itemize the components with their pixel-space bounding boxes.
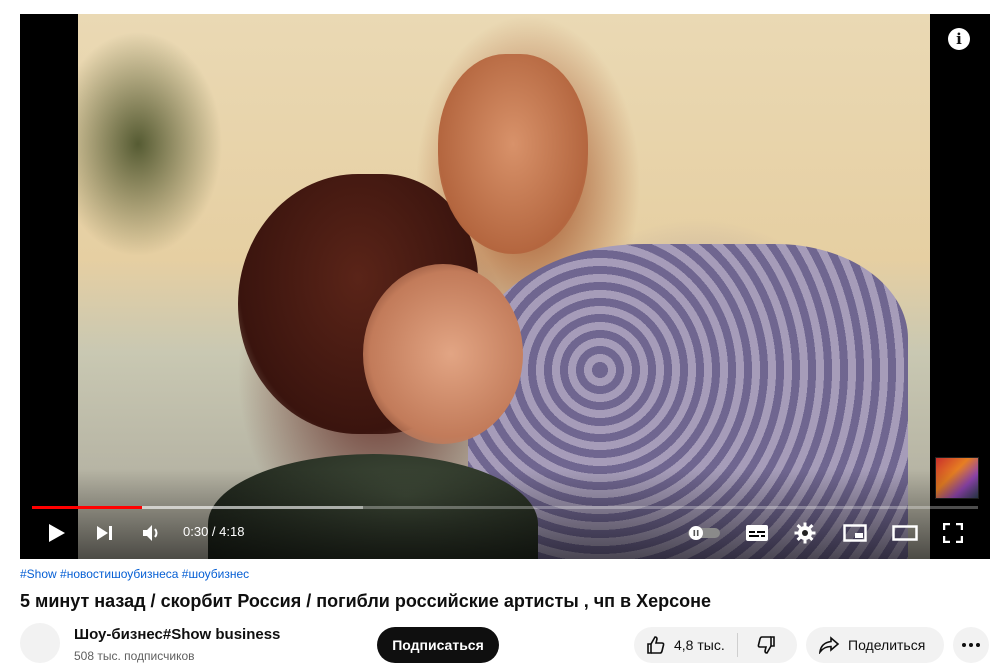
settings-button[interactable] xyxy=(790,519,820,547)
miniplayer-icon xyxy=(843,524,867,542)
video-player[interactable]: i 0:30 / 4:18 xyxy=(20,14,990,559)
progress-bar[interactable] xyxy=(32,506,978,509)
volume-button[interactable] xyxy=(140,519,166,547)
video-title: 5 минут назад / скорбит Россия / погибли… xyxy=(20,591,711,611)
thumbs-up-icon xyxy=(647,636,665,654)
info-icon[interactable]: i xyxy=(948,28,970,50)
video-scene-woman-face xyxy=(363,264,523,444)
autoplay-toggle-icon xyxy=(688,526,720,540)
channel-avatar[interactable] xyxy=(20,623,60,663)
theater-mode-icon xyxy=(892,525,918,541)
autoplay-toggle[interactable] xyxy=(686,519,722,547)
share-arrow-icon xyxy=(818,636,840,654)
share-button[interactable]: Поделиться xyxy=(806,627,944,663)
like-button[interactable]: 4,8 тыс. xyxy=(634,627,737,663)
time-display: 0:30 / 4:18 xyxy=(183,524,245,539)
more-actions-button[interactable] xyxy=(953,627,989,663)
miniplayer-button[interactable] xyxy=(838,519,872,547)
subtitles-icon xyxy=(746,525,768,541)
theater-mode-button[interactable] xyxy=(888,519,922,547)
video-scene-man-face xyxy=(438,54,588,254)
gear-icon xyxy=(794,522,816,544)
subscriber-count: 508 тыс. подписчиков xyxy=(74,649,195,663)
fullscreen-button[interactable] xyxy=(938,519,968,547)
channel-name[interactable]: Шоу-бизнес#Show business xyxy=(74,626,280,643)
fullscreen-icon xyxy=(943,523,963,543)
next-button[interactable] xyxy=(92,519,118,547)
dislike-button[interactable] xyxy=(738,627,794,663)
progress-played xyxy=(32,506,142,509)
volume-icon xyxy=(143,525,158,541)
video-hashtags[interactable]: #Show #новостишоубизнеса #шоубизнес xyxy=(20,565,980,583)
share-label: Поделиться xyxy=(848,637,926,653)
next-icon xyxy=(97,526,112,540)
video-info: #Show #новостишоубизнеса #шоубизнес 5 ми… xyxy=(20,565,980,613)
subtitles-button[interactable] xyxy=(742,519,772,547)
play-icon xyxy=(49,524,65,542)
like-dislike-group: 4,8 тыс. xyxy=(634,627,797,663)
more-horizontal-icon xyxy=(962,643,980,647)
subscribe-button[interactable]: Подписаться xyxy=(377,627,499,663)
play-button[interactable] xyxy=(44,519,70,547)
like-count: 4,8 тыс. xyxy=(674,637,725,653)
thumbs-down-icon xyxy=(757,636,775,654)
